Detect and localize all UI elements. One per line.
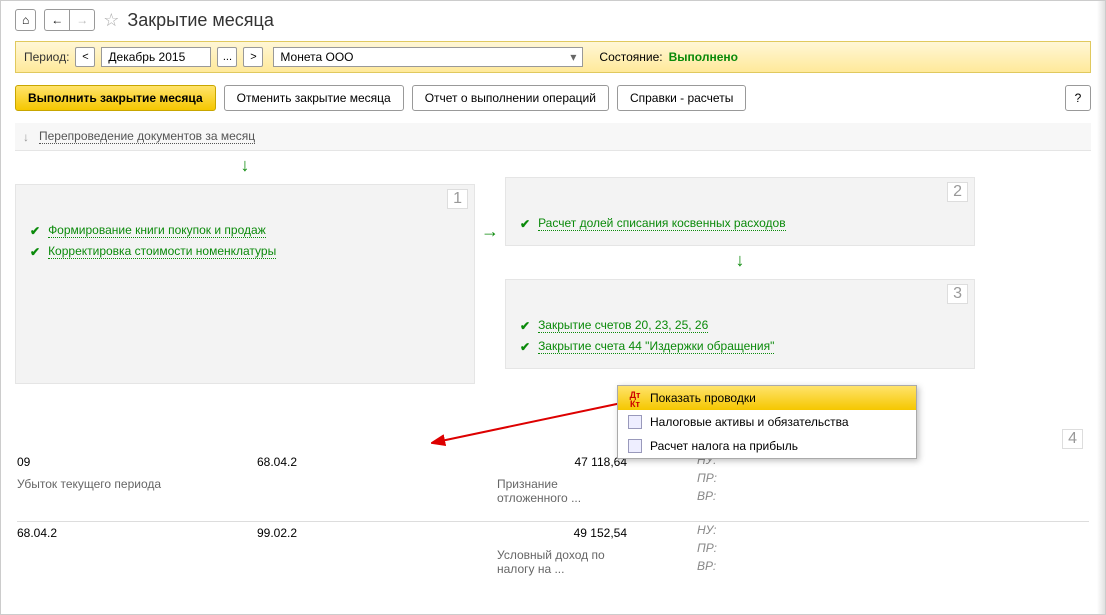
document-icon xyxy=(628,439,642,453)
back-button[interactable]: ← xyxy=(44,9,69,31)
entry-description: Условный доход по налогу на ... xyxy=(457,548,637,576)
dropdown-icon: ▾ xyxy=(570,50,576,64)
check-icon: ✔ xyxy=(30,224,40,238)
document-icon xyxy=(628,415,642,429)
period-bar: Период: < Декабрь 2015 ... > Монета ООО … xyxy=(15,41,1091,73)
step-link-indirect-costs[interactable]: Расчет долей списания косвенных расходов xyxy=(538,216,786,231)
stage-number: 3 xyxy=(947,284,968,304)
down-arrow-icon: ↓ xyxy=(23,130,29,144)
context-profit-tax[interactable]: Расчет налога на прибыль xyxy=(618,434,916,458)
check-icon: ✔ xyxy=(520,217,530,231)
account-debit: 68.04.2 xyxy=(17,526,257,540)
references-button[interactable]: Справки - расчеты xyxy=(617,85,746,111)
cancel-close-month-button[interactable]: Отменить закрытие месяца xyxy=(224,85,404,111)
repost-documents-link[interactable]: Перепроведение документов за месяц xyxy=(39,129,255,144)
arrow-left-icon: ← xyxy=(51,13,63,27)
page-title: Закрытие месяца xyxy=(127,10,273,31)
account-credit: 99.02.2 xyxy=(257,526,457,540)
step-link-close-20-23-25-26[interactable]: Закрытие счетов 20, 23, 25, 26 xyxy=(538,318,708,333)
period-input[interactable]: Декабрь 2015 xyxy=(101,47,211,67)
organization-select[interactable]: Монета ООО ▾ xyxy=(273,47,583,67)
repost-documents-row: ↓ Перепроведение документов за месяц xyxy=(15,123,1091,151)
ledger-preview: 09 68.04.2 47 118,64 Убыток текущего пер… xyxy=(17,451,1089,580)
tax-labels: НУ: ПР: ВР: xyxy=(697,521,717,575)
help-button[interactable]: ? xyxy=(1065,85,1091,111)
dtkt-icon: ДтКт xyxy=(628,391,642,405)
check-icon: ✔ xyxy=(520,319,530,333)
home-icon: ⌂ xyxy=(22,13,29,27)
context-show-entries[interactable]: ДтКт Показать проводки xyxy=(618,386,916,410)
forward-button[interactable]: → xyxy=(69,9,95,31)
tax-labels: НУ: ПР: ВР: xyxy=(697,451,717,505)
stage-number: 1 xyxy=(447,189,468,209)
period-next-button[interactable]: > xyxy=(243,47,263,67)
step-link-cost-adjust[interactable]: Корректировка стоимости номенклатуры xyxy=(48,244,276,259)
period-prev-button[interactable]: < xyxy=(75,47,95,67)
status-value: Выполнено xyxy=(669,50,738,64)
flow-arrow-down-icon: ↓ xyxy=(15,151,475,180)
operations-report-button[interactable]: Отчет о выполнении операций xyxy=(412,85,609,111)
stage-block-3: 3 ✔ Закрытие счетов 20, 23, 25, 26 ✔ Зак… xyxy=(505,279,975,369)
home-button[interactable]: ⌂ xyxy=(15,9,36,31)
stage-number-4: 4 xyxy=(1062,429,1083,449)
flow-arrow-right-icon: → xyxy=(481,221,499,242)
account-debit: 09 xyxy=(17,455,257,469)
period-picker-button[interactable]: ... xyxy=(217,47,237,67)
favorite-star-icon[interactable]: ☆ xyxy=(103,10,119,31)
amount: 47 118,64 xyxy=(457,455,637,469)
arrow-right-icon: → xyxy=(76,13,88,27)
entry-description: Признание отложенного ... xyxy=(457,477,637,505)
status-label: Состояние: xyxy=(599,50,662,64)
period-label: Период: xyxy=(24,50,69,64)
stage-number: 2 xyxy=(947,182,968,202)
step-link-close-44[interactable]: Закрытие счета 44 "Издержки обращения" xyxy=(538,339,774,354)
entry-description: Убыток текущего периода xyxy=(17,477,257,505)
stage-block-1: 1 ✔ Формирование книги покупок и продаж … xyxy=(15,184,475,384)
account-credit: 68.04.2 xyxy=(257,455,457,469)
step-link-books[interactable]: Формирование книги покупок и продаж xyxy=(48,223,266,238)
run-close-month-button[interactable]: Выполнить закрытие месяца xyxy=(15,85,216,111)
stage-block-2: 2 ✔ Расчет долей списания косвенных расх… xyxy=(505,177,975,246)
flow-arrow-down-icon: ↓ xyxy=(505,246,975,275)
check-icon: ✔ xyxy=(30,245,40,259)
context-tax-assets[interactable]: Налоговые активы и обязательства xyxy=(618,410,916,434)
amount: 49 152,54 xyxy=(457,526,637,540)
check-icon: ✔ xyxy=(520,340,530,354)
context-menu: ДтКт Показать проводки Налоговые активы … xyxy=(617,385,917,459)
